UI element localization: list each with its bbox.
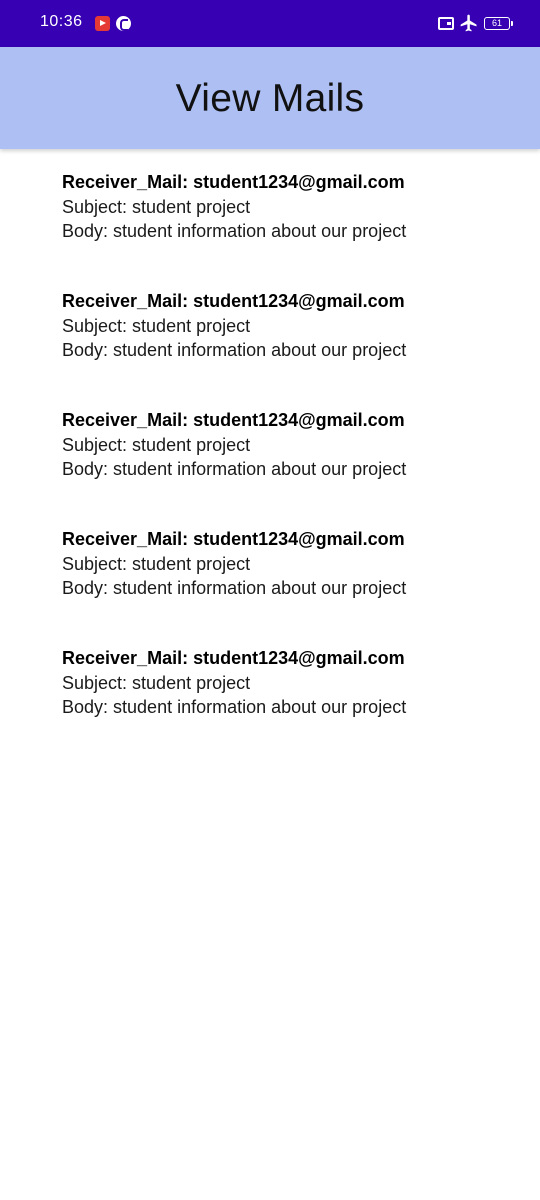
mail-subject: Subject: student project: [62, 196, 251, 217]
mail-list-item[interactable]: Receiver_Mail: student1234@gmail.com Sub…: [62, 408, 522, 527]
mail-receiver: Receiver_Mail: student1234@gmail.com: [62, 529, 405, 549]
page-title: View Mails: [175, 77, 365, 120]
mail-body: Body: student information about our proj…: [62, 697, 407, 717]
airplane-icon: [460, 14, 477, 32]
app-bar: View Mails: [0, 47, 540, 149]
mail-list-item[interactable]: Receiver_Mail: student1234@gmail.com Sub…: [62, 527, 522, 646]
phone-icon: [116, 16, 131, 31]
mail-body: Body: student information about our proj…: [62, 459, 407, 479]
mail-receiver: Receiver_Mail: student1234@gmail.com: [62, 291, 405, 311]
sim-icon: [438, 17, 454, 30]
status-time: 10:36: [40, 13, 83, 30]
mail-receiver: Receiver_Mail: student1234@gmail.com: [62, 410, 405, 430]
mail-body: Body: student information about our proj…: [62, 578, 407, 598]
mail-subject: Subject: student project: [62, 672, 251, 693]
mail-list-item[interactable]: Receiver_Mail: student1234@gmail.com Sub…: [62, 170, 522, 289]
status-bar: 10:36 61: [0, 0, 540, 47]
mail-subject: Subject: student project: [62, 553, 251, 574]
youtube-icon: [95, 16, 110, 31]
mail-body: Body: student information about our proj…: [62, 340, 407, 360]
mail-subject: Subject: student project: [62, 315, 251, 336]
mail-subject: Subject: student project: [62, 434, 251, 455]
battery-icon: 61: [484, 17, 513, 30]
mail-receiver: Receiver_Mail: student1234@gmail.com: [62, 172, 405, 192]
mail-body: Body: student information about our proj…: [62, 221, 407, 241]
mail-list-item[interactable]: Receiver_Mail: student1234@gmail.com Sub…: [62, 289, 522, 408]
mail-list-item[interactable]: Receiver_Mail: student1234@gmail.com Sub…: [62, 646, 522, 765]
mail-receiver: Receiver_Mail: student1234@gmail.com: [62, 648, 405, 668]
mail-list: Receiver_Mail: student1234@gmail.com Sub…: [62, 170, 522, 765]
